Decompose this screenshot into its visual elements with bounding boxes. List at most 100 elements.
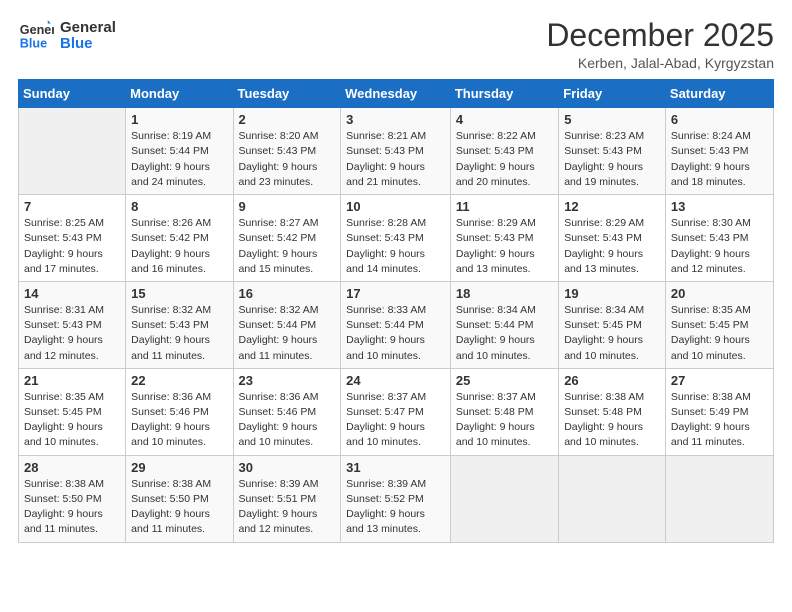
calendar-cell: 20 Sunrise: 8:35 AMSunset: 5:45 PMDayligh… (665, 281, 773, 368)
calendar-header: Sunday Monday Tuesday Wednesday Thursday… (19, 80, 774, 108)
calendar-cell: 29 Sunrise: 8:38 AMSunset: 5:50 PMDayligh… (126, 455, 233, 542)
day-info: Sunrise: 8:30 AMSunset: 5:43 PMDaylight:… (671, 216, 768, 277)
day-info: Sunrise: 8:38 AMSunset: 5:48 PMDaylight:… (564, 390, 660, 451)
calendar-cell: 1 Sunrise: 8:19 AMSunset: 5:44 PMDaylight… (126, 108, 233, 195)
day-info: Sunrise: 8:20 AMSunset: 5:43 PMDaylight:… (239, 129, 336, 190)
day-info: Sunrise: 8:38 AMSunset: 5:49 PMDaylight:… (671, 390, 768, 451)
day-number: 11 (456, 199, 553, 214)
svg-text:General: General (20, 23, 54, 37)
logo-blue: Blue (60, 36, 116, 53)
svg-text:Blue: Blue (20, 37, 47, 51)
calendar-cell: 8Sunrise: 8:26 AMSunset: 5:42 PMDaylight… (126, 195, 233, 282)
header-sunday: Sunday (19, 80, 126, 108)
calendar-cell: 26 Sunrise: 8:38 AMSunset: 5:48 PMDayligh… (559, 368, 666, 455)
day-info: Sunrise: 8:29 AMSunset: 5:43 PMDaylight:… (456, 216, 553, 277)
calendar-cell: 16 Sunrise: 8:32 AMSunset: 5:44 PMDayligh… (233, 281, 341, 368)
day-number: 2 (239, 112, 336, 127)
calendar-cell: 15 Sunrise: 8:32 AMSunset: 5:43 PMDayligh… (126, 281, 233, 368)
day-info: Sunrise: 8:23 AMSunset: 5:43 PMDaylight:… (564, 129, 660, 190)
day-number: 26 (564, 373, 660, 388)
day-number: 29 (131, 460, 227, 475)
calendar-week-row: 1 Sunrise: 8:19 AMSunset: 5:44 PMDaylight… (19, 108, 774, 195)
day-number: 25 (456, 373, 553, 388)
logo-icon: General Blue (18, 18, 54, 54)
calendar-cell: 23 Sunrise: 8:36 AMSunset: 5:46 PMDayligh… (233, 368, 341, 455)
day-number: 24 (346, 373, 445, 388)
header-saturday: Saturday (665, 80, 773, 108)
header-wednesday: Wednesday (341, 80, 451, 108)
calendar-cell: 11 Sunrise: 8:29 AMSunset: 5:43 PMDayligh… (450, 195, 558, 282)
header-tuesday: Tuesday (233, 80, 341, 108)
calendar-cell: 25 Sunrise: 8:37 AMSunset: 5:48 PMDayligh… (450, 368, 558, 455)
calendar-cell (450, 455, 558, 542)
day-info: Sunrise: 8:22 AMSunset: 5:43 PMDaylight:… (456, 129, 553, 190)
logo-general: General (60, 20, 116, 37)
day-info: Sunrise: 8:32 AMSunset: 5:44 PMDaylight:… (239, 303, 336, 364)
calendar-cell: 18 Sunrise: 8:34 AMSunset: 5:44 PMDayligh… (450, 281, 558, 368)
calendar-table: Sunday Monday Tuesday Wednesday Thursday… (18, 79, 774, 542)
day-number: 5 (564, 112, 660, 127)
day-number: 16 (239, 286, 336, 301)
day-number: 30 (239, 460, 336, 475)
day-number: 7 (24, 199, 120, 214)
calendar-cell: 27 Sunrise: 8:38 AMSunset: 5:49 PMDayligh… (665, 368, 773, 455)
day-number: 17 (346, 286, 445, 301)
calendar-cell: 10Sunrise: 8:28 AMSunset: 5:43 PMDayligh… (341, 195, 451, 282)
day-number: 6 (671, 112, 768, 127)
day-info: Sunrise: 8:34 AMSunset: 5:44 PMDaylight:… (456, 303, 553, 364)
day-number: 1 (131, 112, 227, 127)
day-info: Sunrise: 8:36 AMSunset: 5:46 PMDaylight:… (131, 390, 227, 451)
calendar-cell: 17 Sunrise: 8:33 AMSunset: 5:44 PMDayligh… (341, 281, 451, 368)
day-number: 3 (346, 112, 445, 127)
calendar-cell: 22Sunrise: 8:36 AMSunset: 5:46 PMDayligh… (126, 368, 233, 455)
calendar-cell: 19Sunrise: 8:34 AMSunset: 5:45 PMDayligh… (559, 281, 666, 368)
day-number: 14 (24, 286, 120, 301)
calendar-week-row: 21 Sunrise: 8:35 AMSunset: 5:45 PMDayligh… (19, 368, 774, 455)
day-info: Sunrise: 8:19 AMSunset: 5:44 PMDaylight:… (131, 129, 227, 190)
main-title: December 2025 (546, 18, 774, 53)
header: General Blue General Blue December 2025 … (18, 18, 774, 71)
day-info: Sunrise: 8:37 AMSunset: 5:48 PMDaylight:… (456, 390, 553, 451)
day-number: 18 (456, 286, 553, 301)
calendar-cell: 28Sunrise: 8:38 AMSunset: 5:50 PMDayligh… (19, 455, 126, 542)
day-number: 20 (671, 286, 768, 301)
day-info: Sunrise: 8:38 AMSunset: 5:50 PMDaylight:… (24, 477, 120, 538)
day-number: 8 (131, 199, 227, 214)
calendar-cell (559, 455, 666, 542)
logo: General Blue General Blue (18, 18, 116, 54)
day-info: Sunrise: 8:31 AMSunset: 5:43 PMDaylight:… (24, 303, 120, 364)
day-info: Sunrise: 8:39 AMSunset: 5:52 PMDaylight:… (346, 477, 445, 538)
day-info: Sunrise: 8:33 AMSunset: 5:44 PMDaylight:… (346, 303, 445, 364)
header-thursday: Thursday (450, 80, 558, 108)
day-number: 10 (346, 199, 445, 214)
calendar-cell: 2 Sunrise: 8:20 AMSunset: 5:43 PMDaylight… (233, 108, 341, 195)
day-number: 19 (564, 286, 660, 301)
day-number: 27 (671, 373, 768, 388)
title-block: December 2025 Kerben, Jalal-Abad, Kyrgyz… (546, 18, 774, 71)
day-number: 9 (239, 199, 336, 214)
calendar-cell: 24 Sunrise: 8:37 AMSunset: 5:47 PMDayligh… (341, 368, 451, 455)
calendar-cell: 13 Sunrise: 8:30 AMSunset: 5:43 PMDayligh… (665, 195, 773, 282)
day-info: Sunrise: 8:36 AMSunset: 5:46 PMDaylight:… (239, 390, 336, 451)
calendar-cell: 4Sunrise: 8:22 AMSunset: 5:43 PMDaylight… (450, 108, 558, 195)
page: General Blue General Blue December 2025 … (0, 0, 792, 612)
day-info: Sunrise: 8:32 AMSunset: 5:43 PMDaylight:… (131, 303, 227, 364)
day-number: 23 (239, 373, 336, 388)
day-info: Sunrise: 8:35 AMSunset: 5:45 PMDaylight:… (671, 303, 768, 364)
day-number: 21 (24, 373, 120, 388)
calendar-cell (665, 455, 773, 542)
calendar-cell: 5 Sunrise: 8:23 AMSunset: 5:43 PMDaylight… (559, 108, 666, 195)
weekday-header-row: Sunday Monday Tuesday Wednesday Thursday… (19, 80, 774, 108)
calendar-cell: 30Sunrise: 8:39 AMSunset: 5:51 PMDayligh… (233, 455, 341, 542)
day-info: Sunrise: 8:27 AMSunset: 5:42 PMDaylight:… (239, 216, 336, 277)
calendar-cell: 14 Sunrise: 8:31 AMSunset: 5:43 PMDayligh… (19, 281, 126, 368)
calendar-cell: 7Sunrise: 8:25 AMSunset: 5:43 PMDaylight… (19, 195, 126, 282)
day-number: 31 (346, 460, 445, 475)
day-info: Sunrise: 8:35 AMSunset: 5:45 PMDaylight:… (24, 390, 120, 451)
day-number: 12 (564, 199, 660, 214)
day-info: Sunrise: 8:37 AMSunset: 5:47 PMDaylight:… (346, 390, 445, 451)
day-number: 15 (131, 286, 227, 301)
calendar-cell: 9 Sunrise: 8:27 AMSunset: 5:42 PMDaylight… (233, 195, 341, 282)
day-number: 13 (671, 199, 768, 214)
day-info: Sunrise: 8:38 AMSunset: 5:50 PMDaylight:… (131, 477, 227, 538)
